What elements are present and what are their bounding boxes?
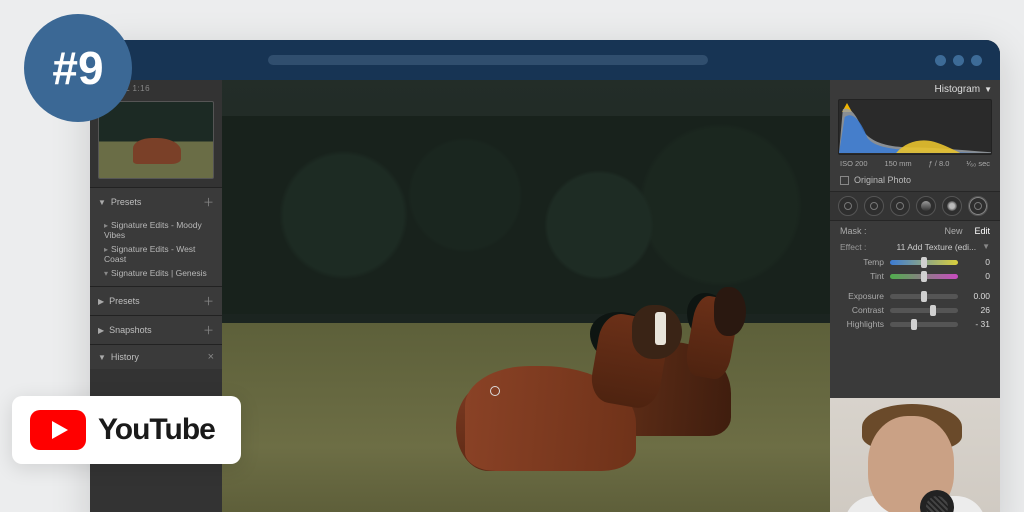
mask-label: Mask :: [840, 226, 867, 236]
mask-new[interactable]: New: [944, 226, 962, 236]
effect-label: Effect :: [840, 242, 866, 252]
chevron-right-icon: ▶: [98, 297, 104, 306]
slider-knob[interactable]: [930, 305, 936, 316]
right-panel: Histogram▼ ISO 200 150 mm ƒ / 8.0 ¹⁄₆₀ s…: [830, 80, 1000, 512]
histogram-meta: ISO 200 150 mm ƒ / 8.0 ¹⁄₆₀ sec: [830, 159, 1000, 172]
rank-badge: #9: [24, 14, 132, 122]
effect-row[interactable]: Effect : 11 Add Texture (edi... ▼: [830, 239, 1000, 255]
preset-item[interactable]: ▸Signature Edits - West Coast: [104, 242, 218, 266]
add-icon[interactable]: ＋: [203, 194, 214, 210]
original-photo-toggle[interactable]: Original Photo: [830, 172, 1000, 191]
tool-brush[interactable]: [968, 196, 988, 216]
checkbox-icon: [840, 176, 849, 185]
slider-knob[interactable]: [921, 257, 927, 268]
stage: FIT FILL 1:16 ▼ Presets ＋ ▸Signature Edi…: [0, 0, 1024, 512]
section-label: Presets: [109, 296, 140, 306]
section-label: History: [111, 352, 139, 362]
focal-readout: 150 mm: [884, 159, 911, 168]
youtube-label: YouTube: [98, 413, 215, 447]
slider-tint[interactable]: Tint 0: [830, 269, 1000, 283]
mask-edit[interactable]: Edit: [974, 226, 990, 236]
chevron-down-icon: ▼: [98, 198, 106, 207]
window-dot[interactable]: [953, 55, 964, 66]
histogram[interactable]: [838, 99, 992, 155]
chevron-down-icon: ▼: [984, 85, 992, 94]
slider-highlights[interactable]: Highlights - 31: [830, 317, 1000, 331]
chevron-down-icon: ▾: [104, 269, 108, 278]
image-canvas[interactable]: [222, 80, 830, 512]
add-icon[interactable]: ＋: [203, 293, 214, 309]
chevron-down-icon: ▼: [982, 242, 990, 252]
aperture-readout: ƒ / 8.0: [929, 159, 950, 168]
window-controls: [935, 55, 982, 66]
iso-readout: ISO 200: [840, 159, 868, 168]
section-presets[interactable]: ▶ Presets ＋: [90, 286, 222, 315]
original-label: Original Photo: [854, 175, 911, 185]
mask-row: Mask : New Edit: [830, 221, 1000, 239]
window-titlebar: [90, 40, 1000, 80]
photo: [222, 80, 830, 512]
brush-cursor-icon: [490, 386, 500, 396]
add-icon[interactable]: ＋: [203, 322, 214, 338]
slider-knob[interactable]: [921, 271, 927, 282]
chevron-right-icon: ▸: [104, 221, 108, 230]
photo-horse-front: [465, 305, 696, 485]
tool-crop[interactable]: [838, 196, 858, 216]
section-snapshots[interactable]: ▶ Snapshots ＋: [90, 315, 222, 344]
effect-value: 11 Add Texture (edi...: [897, 242, 977, 252]
window-dot[interactable]: [971, 55, 982, 66]
slider-temp[interactable]: Temp 0: [830, 255, 1000, 269]
slider-exposure[interactable]: Exposure 0.00: [830, 289, 1000, 303]
histogram-header[interactable]: Histogram▼: [830, 80, 1000, 97]
chevron-right-icon: ▶: [98, 326, 104, 335]
close-icon[interactable]: ×: [208, 351, 214, 363]
youtube-icon: [30, 410, 86, 450]
chevron-down-icon: ▼: [98, 353, 106, 362]
rank-label: #9: [52, 41, 103, 95]
photo-trees: [222, 116, 830, 314]
section-label: Presets: [111, 197, 142, 207]
tool-radial[interactable]: [942, 196, 962, 216]
tool-gradient[interactable]: [916, 196, 936, 216]
preset-item[interactable]: ▾Signature Edits | Genesis: [104, 266, 218, 280]
preset-item[interactable]: ▸Signature Edits - Moody Vibes: [104, 218, 218, 242]
section-label: Snapshots: [109, 325, 152, 335]
tool-strip: [830, 191, 1000, 221]
chevron-right-icon: ▸: [104, 245, 108, 254]
window-dot[interactable]: [935, 55, 946, 66]
histogram-graph: [839, 100, 991, 153]
slider-contrast[interactable]: Contrast 26: [830, 303, 1000, 317]
tool-spot[interactable]: [864, 196, 884, 216]
section-history[interactable]: ▼ History ×: [90, 344, 222, 369]
section-presets-open[interactable]: ▼ Presets ＋: [90, 187, 222, 216]
shutter-readout: ¹⁄₆₀ sec: [966, 159, 990, 168]
slider-knob[interactable]: [921, 291, 927, 302]
navigator-thumbnail[interactable]: [98, 101, 214, 179]
tool-redeye[interactable]: [890, 196, 910, 216]
youtube-chip[interactable]: YouTube: [12, 396, 241, 464]
slider-knob[interactable]: [911, 319, 917, 330]
preset-list: ▸Signature Edits - Moody Vibes ▸Signatur…: [90, 216, 222, 286]
address-bar[interactable]: [268, 55, 708, 65]
presenter-webcam: [830, 398, 1000, 512]
